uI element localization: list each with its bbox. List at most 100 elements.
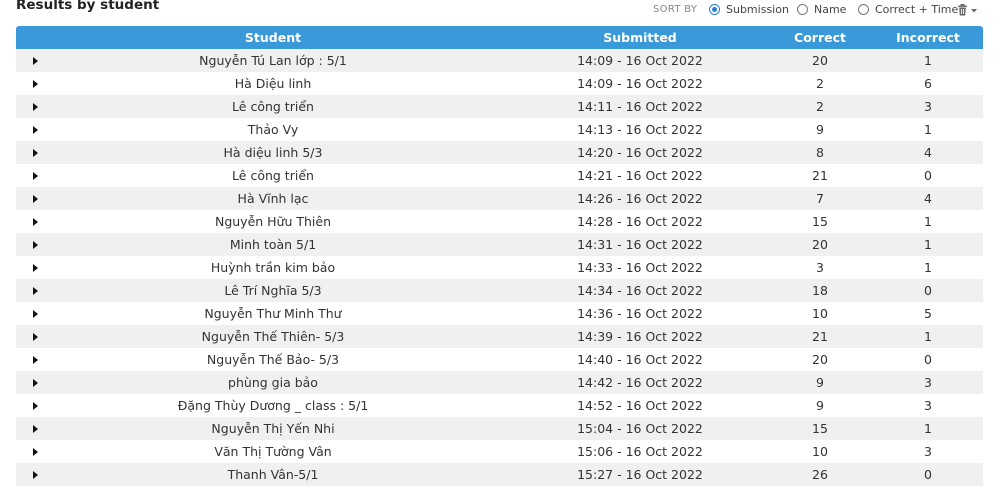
column-header-submitted[interactable]: Submitted <box>490 26 790 49</box>
sort-option-correct-time[interactable]: Correct + Time <box>858 2 958 16</box>
submitted-time-cell: 14:40 - 16 Oct 2022 <box>577 352 703 367</box>
submitted-time-cell: 14:36 - 16 Oct 2022 <box>577 306 703 321</box>
expand-row-button[interactable] <box>16 440 56 463</box>
sort-option-name[interactable]: Name <box>797 2 846 16</box>
radio-correct-time[interactable] <box>858 3 869 15</box>
table-row[interactable]: Văn Thị Tường Vân 15:06 - 16 Oct 2022 10 3 <box>16 440 983 463</box>
column-header-student[interactable]: Student <box>56 26 490 49</box>
expand-row-button[interactable] <box>16 463 56 486</box>
student-name-cell: Nguyễn Thế Bảo- 5/3 <box>206 352 340 367</box>
expand-row-button[interactable] <box>16 394 56 417</box>
triangle-right-icon <box>32 240 38 249</box>
triangle-right-icon <box>32 355 38 364</box>
table-row[interactable]: Minh toàn 5/1 14:31 - 16 Oct 2022 20 1 <box>16 233 983 256</box>
incorrect-count-cell: 3 <box>924 99 932 114</box>
column-header-incorrect[interactable]: Incorrect <box>884 26 972 49</box>
radio-name[interactable] <box>797 3 808 15</box>
table-row[interactable]: Nguyễn Thế Bảo- 5/3 14:40 - 16 Oct 2022 20… <box>16 348 983 371</box>
table-row[interactable]: Lê công triển 14:11 - 16 Oct 2022 2 3 <box>16 95 983 118</box>
expand-row-button[interactable] <box>16 348 56 371</box>
student-name-cell: Văn Thị Tường Vân <box>214 444 332 459</box>
student-name-cell: Thanh Vân-5/1 <box>227 467 319 482</box>
table-row[interactable]: Hà diệu linh 5/3 14:20 - 16 Oct 2022 8 4 <box>16 141 983 164</box>
expand-row-button[interactable] <box>16 95 56 118</box>
submitted-time-cell: 14:20 - 16 Oct 2022 <box>577 145 703 160</box>
radio-submission[interactable] <box>709 3 720 15</box>
submitted-time-cell: 14:09 - 16 Oct 2022 <box>577 53 703 68</box>
triangle-right-icon <box>32 447 38 456</box>
expand-row-button[interactable] <box>16 72 56 95</box>
expand-row-button[interactable] <box>16 187 56 210</box>
submitted-time-cell: 14:21 - 16 Oct 2022 <box>577 168 703 183</box>
table-row[interactable]: Nguyễn Thị Yến Nhi 15:04 - 16 Oct 2022 15 1 <box>16 417 983 440</box>
table-row[interactable]: Lê Trí Nghĩa 5/3 14:34 - 16 Oct 2022 18 0 <box>16 279 983 302</box>
column-header-correct[interactable]: Correct <box>776 26 864 49</box>
triangle-right-icon <box>32 470 38 479</box>
triangle-right-icon <box>32 424 38 433</box>
table-row[interactable]: Lê công triển 14:21 - 16 Oct 2022 21 0 <box>16 164 983 187</box>
table-row[interactable]: Hà Vĩnh lạc 14:26 - 16 Oct 2022 7 4 <box>16 187 983 210</box>
correct-count-cell: 15 <box>812 421 828 436</box>
table-row[interactable]: Hà Diệu linh 14:09 - 16 Oct 2022 2 6 <box>16 72 983 95</box>
submitted-time-cell: 14:09 - 16 Oct 2022 <box>577 76 703 91</box>
expand-row-button[interactable] <box>16 49 56 72</box>
expand-row-button[interactable] <box>16 417 56 440</box>
submitted-time-cell: 14:13 - 16 Oct 2022 <box>577 122 703 137</box>
correct-count-cell: 21 <box>812 329 828 344</box>
expand-row-button[interactable] <box>16 325 56 348</box>
student-name-cell: Hà Vĩnh lạc <box>237 191 309 206</box>
expand-row-button[interactable] <box>16 302 56 325</box>
expand-row-button[interactable] <box>16 164 56 187</box>
table-row[interactable]: Thảo Vy 14:13 - 16 Oct 2022 9 1 <box>16 118 983 141</box>
table-row[interactable]: Nguyễn Thư Minh Thư 14:36 - 16 Oct 2022 10… <box>16 302 983 325</box>
submitted-time-cell: 14:11 - 16 Oct 2022 <box>577 99 703 114</box>
student-name-cell: Lê công triển <box>232 168 314 183</box>
submitted-time-cell: 14:26 - 16 Oct 2022 <box>577 191 703 206</box>
expand-row-button[interactable] <box>16 279 56 302</box>
expand-row-button[interactable] <box>16 210 56 233</box>
results-table: Student Submitted Correct Incorrect Nguy… <box>16 26 983 486</box>
student-name-cell: Hà diệu linh 5/3 <box>223 145 323 160</box>
student-name-cell: Nguyễn Hữu Thiên <box>214 214 332 229</box>
incorrect-count-cell: 1 <box>924 122 932 137</box>
expand-row-button[interactable] <box>16 118 56 141</box>
table-row[interactable]: phùng gia bảo 14:42 - 16 Oct 2022 9 3 <box>16 371 983 394</box>
incorrect-count-cell: 1 <box>924 53 932 68</box>
triangle-right-icon <box>32 125 38 134</box>
incorrect-count-cell: 0 <box>924 352 932 367</box>
triangle-right-icon <box>32 378 38 387</box>
sort-by-label: SORT BY <box>653 4 698 15</box>
submitted-time-cell: 14:39 - 16 Oct 2022 <box>577 329 703 344</box>
incorrect-count-cell: 3 <box>924 444 932 459</box>
student-name-cell: Nguyễn Tú Lan lớp : 5/1 <box>199 53 347 68</box>
triangle-right-icon <box>32 309 38 318</box>
incorrect-count-cell: 3 <box>924 375 932 390</box>
sort-option-label: Submission <box>726 2 789 16</box>
expand-row-button[interactable] <box>16 141 56 164</box>
incorrect-count-cell: 1 <box>924 214 932 229</box>
table-row[interactable]: Huỳnh trần kim bảo 14:33 - 16 Oct 2022 3 1 <box>16 256 983 279</box>
correct-count-cell: 10 <box>812 444 828 459</box>
incorrect-count-cell: 1 <box>924 421 932 436</box>
student-name-cell: Thảo Vy <box>247 122 299 137</box>
expand-row-button[interactable] <box>16 256 56 279</box>
triangle-right-icon <box>32 194 38 203</box>
correct-count-cell: 2 <box>816 99 824 114</box>
incorrect-count-cell: 0 <box>924 283 932 298</box>
student-name-cell: phùng gia bảo <box>228 375 318 390</box>
delete-menu-button[interactable] <box>957 3 983 17</box>
triangle-right-icon <box>32 102 38 111</box>
sort-option-submission[interactable]: Submission <box>709 2 789 16</box>
triangle-right-icon <box>32 171 38 180</box>
table-row[interactable]: Nguyễn Hữu Thiên 14:28 - 16 Oct 2022 15 1 <box>16 210 983 233</box>
incorrect-count-cell: 4 <box>924 145 932 160</box>
submitted-time-cell: 14:31 - 16 Oct 2022 <box>577 237 703 252</box>
table-row[interactable]: Nguyễn Tú Lan lớp : 5/1 14:09 - 16 Oct 20… <box>16 49 983 72</box>
table-row[interactable]: Đặng Thùy Dương _ class : 5/1 14:52 - 16 … <box>16 394 983 417</box>
expand-row-button[interactable] <box>16 371 56 394</box>
table-row[interactable]: Thanh Vân-5/1 15:27 - 16 Oct 2022 26 0 <box>16 463 983 486</box>
correct-count-cell: 9 <box>816 398 824 413</box>
table-row[interactable]: Nguyễn Thế Thiên- 5/3 14:39 - 16 Oct 2022… <box>16 325 983 348</box>
correct-count-cell: 20 <box>812 237 828 252</box>
expand-row-button[interactable] <box>16 233 56 256</box>
